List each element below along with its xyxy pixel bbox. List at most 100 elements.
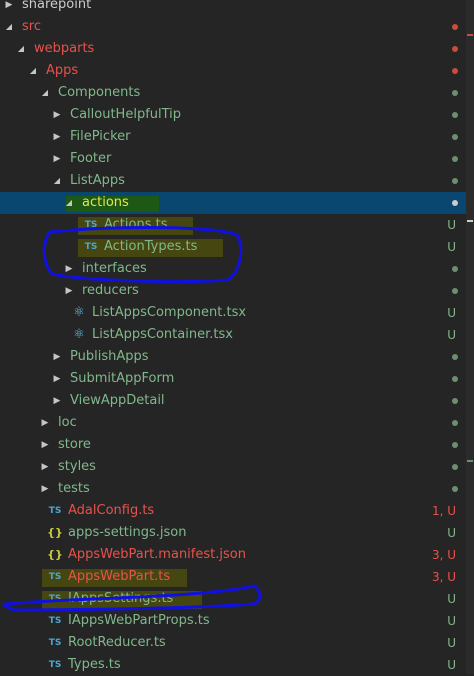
tree-folder-interfaces[interactable]: ▶ interfaces	[0, 258, 474, 280]
tree-folder-submitappform[interactable]: ▶ SubmitAppForm	[0, 368, 474, 390]
chevron-right-icon[interactable]: ▶	[40, 434, 50, 456]
tree-file-iappssettings-ts[interactable]: TS IAppsSettings.ts U	[0, 588, 474, 610]
git-status-badge: 3, U	[431, 548, 456, 562]
typescript-icon: TS	[84, 220, 98, 230]
tree-item-label: PublishApps	[70, 349, 149, 364]
git-status-dot	[452, 376, 458, 382]
typescript-icon: TS	[48, 594, 62, 604]
chevron-right-icon[interactable]: ▶	[52, 390, 62, 412]
git-status-dot	[452, 68, 458, 74]
react-icon: ⚛	[73, 327, 85, 342]
scroll-mark	[467, 220, 473, 222]
git-status-badge: 1, U	[431, 504, 456, 518]
tree-item-label: interfaces	[82, 261, 147, 276]
git-status-dot	[452, 486, 458, 492]
tree-folder-listapps[interactable]: ◢ ListApps	[0, 170, 474, 192]
tree-file-appswebpart-manifest-json[interactable]: {} AppsWebPart.manifest.json 3, U	[0, 544, 474, 566]
tree-file-appswebpart-ts[interactable]: TS AppsWebPart.ts 3, U	[0, 566, 474, 588]
tree-folder-webparts[interactable]: ◢ webparts	[0, 38, 474, 60]
tree-file-types-ts[interactable]: TS Types.ts U	[0, 654, 474, 676]
tree-file-adalconfig-ts[interactable]: TS AdalConfig.ts 1, U	[0, 500, 474, 522]
tree-folder-styles[interactable]: ▶ styles	[0, 456, 474, 478]
typescript-icon: TS	[48, 572, 62, 582]
git-status-badge: U	[447, 636, 456, 650]
git-status-dot	[452, 24, 458, 30]
tree-folder-src[interactable]: ◢ src	[0, 16, 474, 38]
git-status-dot	[452, 156, 458, 162]
chevron-down-icon[interactable]: ◢	[40, 82, 50, 104]
tree-file-listappscontainer-tsx[interactable]: ⚛ ListAppsContainer.tsx U	[0, 324, 474, 346]
git-status-dot	[452, 288, 458, 294]
tree-item-label: apps-settings.json	[68, 525, 187, 540]
git-status-dot	[452, 90, 458, 96]
tree-file-listappscomponent-tsx[interactable]: ⚛ ListAppsComponent.tsx U	[0, 302, 474, 324]
tree-file-actiontypes-ts[interactable]: TS ActionTypes.ts U	[0, 236, 474, 258]
tree-file-apps-settings-json[interactable]: {} apps-settings.json U	[0, 522, 474, 544]
chevron-right-icon[interactable]: ▶	[52, 148, 62, 170]
git-status-badge: U	[447, 614, 456, 628]
tree-file-rootreducer-ts[interactable]: TS RootReducer.ts U	[0, 632, 474, 654]
tree-item-label: FilePicker	[70, 129, 131, 144]
tree-item-label: ListAppsComponent.tsx	[92, 305, 247, 320]
tree-item-label: Actions.ts	[104, 217, 168, 232]
tree-item-label: SubmitAppForm	[70, 371, 175, 386]
chevron-right-icon[interactable]: ▶	[64, 258, 74, 280]
react-icon: ⚛	[73, 305, 85, 320]
explorer-scrollbar[interactable]	[466, 0, 474, 674]
tree-folder-store[interactable]: ▶ store	[0, 434, 474, 456]
git-status-badge: 3, U	[431, 570, 456, 584]
tree-item-label: Components	[58, 85, 141, 100]
tree-item-label: loc	[58, 415, 77, 430]
git-status-badge: U	[447, 526, 456, 540]
tree-item-label: ActionTypes.ts	[104, 239, 198, 254]
tree-item-label: Types.ts	[68, 657, 121, 672]
chevron-down-icon[interactable]: ◢	[52, 170, 62, 192]
tree-file-iappswebpartprops-ts[interactable]: TS IAppsWebPartProps.ts U	[0, 610, 474, 632]
tree-item-label: reducers	[82, 283, 139, 298]
tree-folder-sharepoint[interactable]: ▶ sharepoint	[0, 0, 474, 16]
chevron-down-icon[interactable]: ◢	[4, 16, 14, 38]
chevron-right-icon[interactable]: ▶	[52, 346, 62, 368]
tree-folder-callouthelpfultip[interactable]: ▶ CalloutHelpfulTip	[0, 104, 474, 126]
tree-folder-apps[interactable]: ◢ Apps	[0, 60, 474, 82]
git-status-badge: U	[447, 592, 456, 606]
tree-folder-actions[interactable]: ◢ actions	[0, 192, 474, 214]
tree-item-label: AppsWebPart.manifest.json	[68, 547, 246, 562]
chevron-right-icon[interactable]: ▶	[52, 368, 62, 390]
chevron-right-icon[interactable]: ▶	[4, 0, 14, 16]
git-status-badge: U	[447, 658, 456, 672]
chevron-down-icon[interactable]: ◢	[16, 38, 26, 60]
json-icon: {}	[47, 548, 63, 561]
explorer-file-tree: ▶ sharepoint ◢ src ◢ webparts ◢ Apps ◢ Components…	[0, 0, 474, 676]
tree-item-label: AdalConfig.ts	[68, 503, 155, 518]
chevron-right-icon[interactable]: ▶	[64, 280, 74, 302]
chevron-down-icon[interactable]: ◢	[64, 192, 74, 214]
tree-folder-reducers[interactable]: ▶ reducers	[0, 280, 474, 302]
tree-folder-footer[interactable]: ▶ Footer	[0, 148, 474, 170]
tree-folder-components[interactable]: ◢ Components	[0, 82, 474, 104]
tree-item-label: webparts	[34, 41, 95, 56]
tree-item-label: ListApps	[70, 173, 125, 188]
chevron-right-icon[interactable]: ▶	[52, 126, 62, 148]
typescript-icon: TS	[48, 506, 62, 516]
chevron-right-icon[interactable]: ▶	[40, 412, 50, 434]
tree-item-label: ListAppsContainer.tsx	[92, 327, 233, 342]
git-status-dot	[452, 420, 458, 426]
tree-item-label: src	[22, 19, 41, 34]
tree-folder-viewappdetail[interactable]: ▶ ViewAppDetail	[0, 390, 474, 412]
scroll-mark	[467, 460, 473, 462]
git-status-badge: U	[447, 240, 456, 254]
chevron-right-icon[interactable]: ▶	[40, 478, 50, 500]
chevron-down-icon[interactable]: ◢	[28, 60, 38, 82]
git-status-badge: U	[447, 306, 456, 320]
tree-file-actions-ts[interactable]: TS Actions.ts U	[0, 214, 474, 236]
tree-item-label: sharepoint	[22, 0, 92, 12]
tree-folder-loc[interactable]: ▶ loc	[0, 412, 474, 434]
tree-folder-publishapps[interactable]: ▶ PublishApps	[0, 346, 474, 368]
git-status-dot	[452, 442, 458, 448]
chevron-right-icon[interactable]: ▶	[40, 456, 50, 478]
tree-folder-filepicker[interactable]: ▶ FilePicker	[0, 126, 474, 148]
json-icon: {}	[47, 526, 63, 539]
chevron-right-icon[interactable]: ▶	[52, 104, 62, 126]
tree-folder-tests[interactable]: ▶ tests	[0, 478, 474, 500]
